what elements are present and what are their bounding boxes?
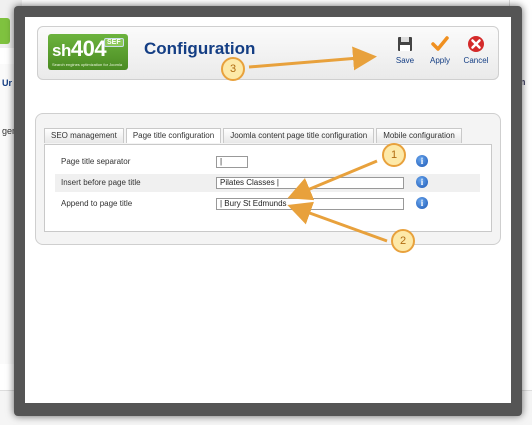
background-green-button	[0, 18, 10, 44]
arrow-3	[248, 46, 377, 71]
callout-2: 2	[391, 229, 415, 253]
arrow-1	[287, 159, 378, 201]
modal-content: sh404 SEF Search engines optimization fo…	[25, 17, 511, 403]
annotation-arrows	[248, 46, 388, 243]
callout-1: 1	[382, 143, 406, 167]
arrow-2	[287, 201, 388, 243]
callout-3: 3	[221, 57, 245, 81]
configuration-modal: sh404 SEF Search engines optimization fo…	[14, 6, 522, 416]
background-left-text: Ur	[2, 78, 13, 88]
